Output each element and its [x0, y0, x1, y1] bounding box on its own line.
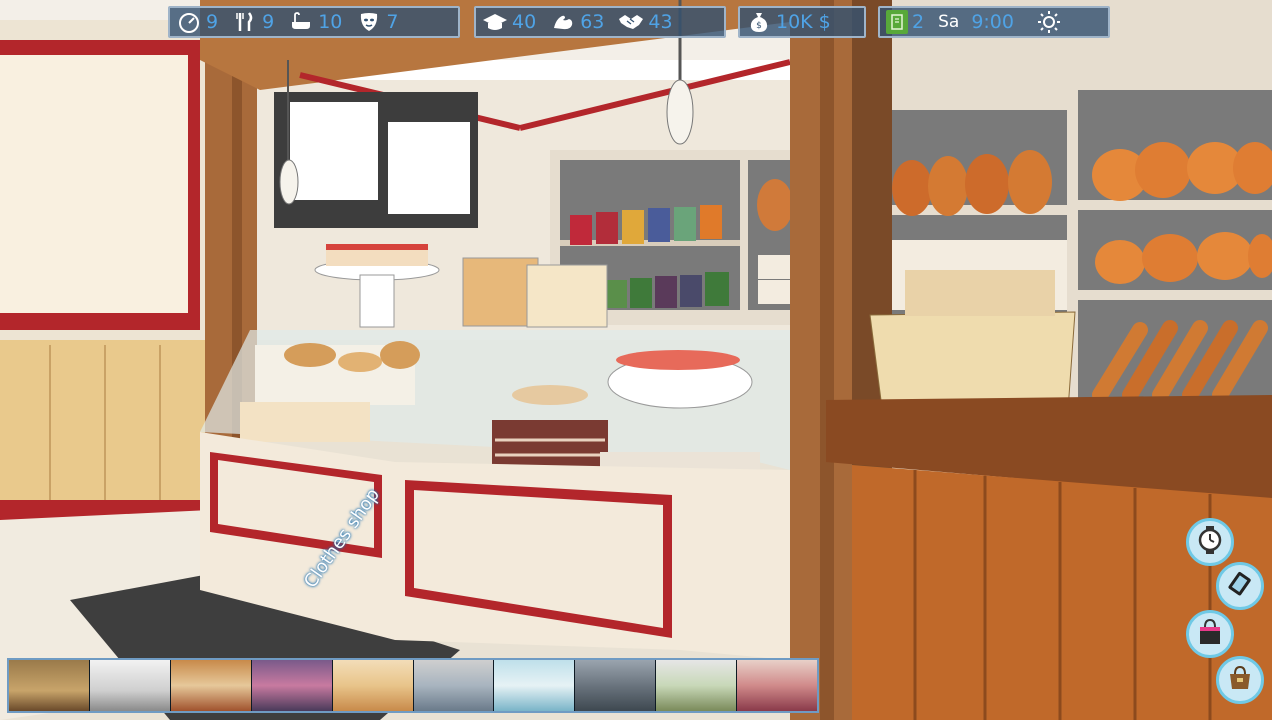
mood-value: 7 [386, 11, 399, 33]
energy-gauge-icon [176, 9, 202, 35]
handbag-icon [1225, 663, 1255, 697]
inventory-bag-button[interactable] [1216, 656, 1264, 704]
thumbnail-clothes-shop[interactable] [251, 660, 333, 711]
fitness-value: 63 [580, 11, 605, 33]
mask-icon [356, 9, 382, 35]
sun-icon [1036, 9, 1062, 35]
shopping-bag-button[interactable] [1186, 610, 1234, 658]
skills-panel: 40 63 43 [474, 6, 726, 38]
card-count: 2 [912, 11, 925, 33]
card-icon [886, 10, 908, 34]
money-value: 10K $ [776, 11, 831, 33]
thumbnail-bakery[interactable] [89, 660, 171, 711]
hygiene-value: 10 [318, 11, 343, 33]
wait-watch-button[interactable] [1186, 518, 1234, 566]
shopping-bag-icon [1195, 617, 1225, 651]
hunger-value: 9 [262, 11, 275, 33]
thumbnail-shop-interior[interactable] [332, 660, 414, 711]
clock-time: 9:00 [971, 11, 1014, 33]
thumbnail-mall-hall[interactable] [9, 660, 90, 711]
phone-icon [1225, 569, 1255, 603]
education-value: 40 [512, 11, 537, 33]
social-value: 43 [648, 11, 673, 33]
needs-panel: 9 9 10 7 [168, 6, 460, 38]
energy-value: 9 [206, 11, 219, 33]
fork-knife-icon [232, 9, 258, 35]
thumbnail-cafe[interactable] [656, 660, 738, 711]
thumbnail-kitchen-store[interactable] [413, 660, 495, 711]
watch-icon [1195, 525, 1225, 559]
game-scene [0, 0, 1272, 720]
svg-text:$: $ [756, 21, 762, 31]
time-panel: 2 Sa 9:00 [878, 6, 1110, 38]
handshake-icon [618, 9, 644, 35]
location-thumbnail-strip [7, 658, 819, 713]
thumbnail-office[interactable] [575, 660, 657, 711]
phone-button[interactable] [1216, 562, 1264, 610]
thumbnail-electronics[interactable] [494, 660, 576, 711]
flexed-arm-icon [550, 9, 576, 35]
thumbnail-gift-shop[interactable] [737, 660, 818, 711]
money-panel: $ 10K $ [738, 6, 866, 38]
weekday-label: Sa [938, 12, 960, 32]
bathtub-icon [288, 9, 314, 35]
thumbnail-grocery[interactable] [170, 660, 252, 711]
graduation-cap-icon [482, 9, 508, 35]
bakery-background [0, 0, 1272, 720]
money-bag-icon: $ [746, 9, 772, 35]
